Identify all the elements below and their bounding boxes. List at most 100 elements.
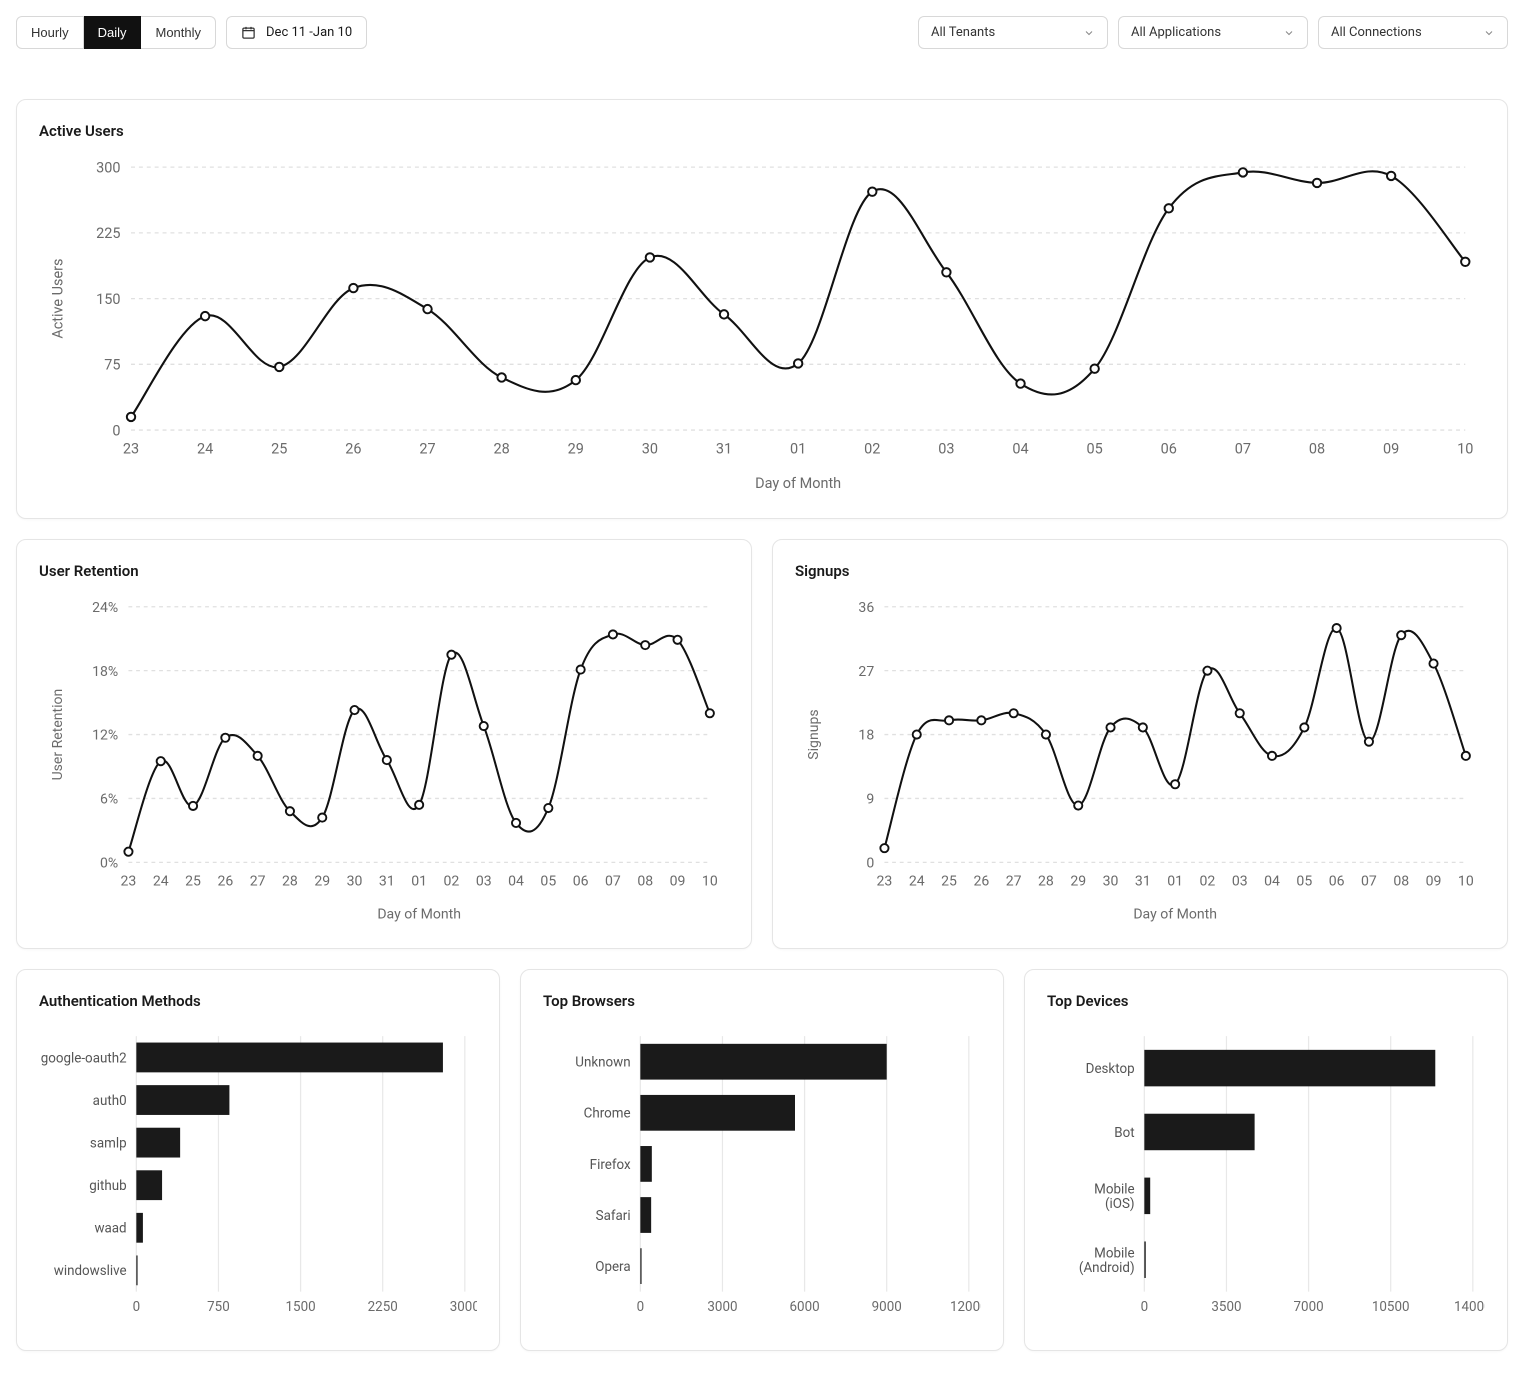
svg-text:23: 23 [123,441,139,458]
svg-text:Day of Month: Day of Month [755,475,841,492]
svg-text:0%: 0% [100,855,118,871]
svg-text:25: 25 [941,873,957,889]
calendar-icon [241,25,256,40]
svg-text:1500: 1500 [286,1300,316,1315]
monthly-button[interactable]: Monthly [141,16,216,49]
svg-text:36: 36 [858,600,874,616]
svg-text:10: 10 [1457,441,1473,458]
svg-text:06: 06 [1329,873,1345,889]
svg-text:(iOS): (iOS) [1105,1197,1135,1212]
svg-text:08: 08 [637,873,653,889]
svg-text:Day of Month: Day of Month [377,906,461,922]
svg-text:7000: 7000 [1294,1300,1324,1315]
svg-text:09: 09 [670,873,686,889]
svg-text:01: 01 [411,873,427,889]
svg-text:10: 10 [702,873,718,889]
svg-text:07: 07 [1235,441,1251,458]
svg-text:26: 26 [217,873,233,889]
card-title: Top Browsers [543,992,981,1010]
svg-text:08: 08 [1309,441,1325,458]
svg-text:25: 25 [271,441,287,458]
svg-text:30: 30 [642,441,658,458]
svg-text:28: 28 [282,873,298,889]
svg-text:03: 03 [476,873,492,889]
svg-text:27: 27 [419,441,435,458]
svg-text:10500: 10500 [1372,1300,1410,1315]
date-range-picker[interactable]: Dec 11 -Jan 10 [226,16,367,49]
signups-chart: 0918273623242526272829303101020304050607… [795,594,1485,926]
svg-text:31: 31 [1135,873,1151,889]
tenants-select[interactable]: All Tenants [918,16,1108,49]
svg-text:18: 18 [858,727,874,743]
svg-text:27: 27 [250,873,266,889]
svg-text:12000: 12000 [950,1300,981,1315]
svg-text:29: 29 [1070,873,1086,889]
svg-text:03: 03 [1232,873,1248,889]
svg-text:9: 9 [866,791,874,807]
svg-text:05: 05 [1296,873,1312,889]
svg-text:04: 04 [1012,441,1028,458]
svg-text:02: 02 [864,441,880,458]
applications-select-label: All Applications [1131,25,1221,40]
svg-text:Opera: Opera [595,1260,630,1275]
svg-text:windowslive: windowslive [54,1264,127,1279]
chevron-down-icon [1483,27,1495,39]
chevron-down-icon [1283,27,1295,39]
svg-text:09: 09 [1383,441,1399,458]
card-title: Signups [795,562,1485,580]
svg-text:24: 24 [153,873,169,889]
svg-text:3500: 3500 [1211,1300,1241,1315]
top-devices-chart: 0350070001050014000DesktopBotMobile(iOS)… [1047,1024,1485,1328]
svg-text:Mobile: Mobile [1094,1182,1134,1197]
svg-text:02: 02 [1200,873,1216,889]
applications-select[interactable]: All Applications [1118,16,1308,49]
connections-select-label: All Connections [1331,25,1422,40]
svg-text:0: 0 [1141,1300,1149,1315]
svg-text:waad: waad [94,1222,126,1237]
svg-text:10: 10 [1458,873,1474,889]
svg-text:08: 08 [1393,873,1409,889]
svg-text:Unknown: Unknown [575,1056,630,1071]
active-users-card: Active Users 075150225300232425262728293… [16,99,1508,519]
svg-text:0: 0 [112,422,120,439]
chevron-down-icon [1083,27,1095,39]
card-title: Active Users [39,122,1485,140]
time-granularity-segment: Hourly Daily Monthly [16,16,216,49]
svg-text:23: 23 [877,873,893,889]
card-title: User Retention [39,562,729,580]
svg-text:06: 06 [573,873,589,889]
svg-text:Signups: Signups [806,709,822,759]
svg-text:31: 31 [716,441,732,458]
svg-text:09: 09 [1426,873,1442,889]
svg-text:2250: 2250 [368,1300,398,1315]
svg-text:6000: 6000 [790,1300,820,1315]
svg-text:24: 24 [909,873,925,889]
svg-text:Desktop: Desktop [1086,1062,1135,1077]
svg-text:0: 0 [866,855,874,871]
svg-text:9000: 9000 [872,1300,902,1315]
svg-text:07: 07 [605,873,621,889]
svg-text:25: 25 [185,873,201,889]
user-retention-card: User Retention 0%6%12%18%24%232425262728… [16,539,752,949]
svg-text:24: 24 [197,441,213,458]
svg-text:3000: 3000 [450,1300,477,1315]
svg-text:75: 75 [104,357,120,374]
connections-select[interactable]: All Connections [1318,16,1508,49]
svg-text:0: 0 [637,1300,645,1315]
svg-text:04: 04 [508,873,524,889]
svg-text:04: 04 [1264,873,1280,889]
svg-text:28: 28 [1038,873,1054,889]
svg-text:150: 150 [96,291,120,308]
svg-text:0: 0 [133,1300,141,1315]
svg-text:12%: 12% [92,727,118,743]
svg-text:750: 750 [207,1300,230,1315]
daily-button[interactable]: Daily [84,16,142,49]
svg-text:18%: 18% [92,664,118,680]
svg-text:24%: 24% [92,600,118,616]
hourly-button[interactable]: Hourly [16,16,84,49]
svg-text:Chrome: Chrome [584,1107,631,1122]
card-title: Authentication Methods [39,992,477,1010]
svg-text:User Retention: User Retention [50,688,66,780]
svg-text:01: 01 [1167,873,1183,889]
svg-text:05: 05 [540,873,556,889]
